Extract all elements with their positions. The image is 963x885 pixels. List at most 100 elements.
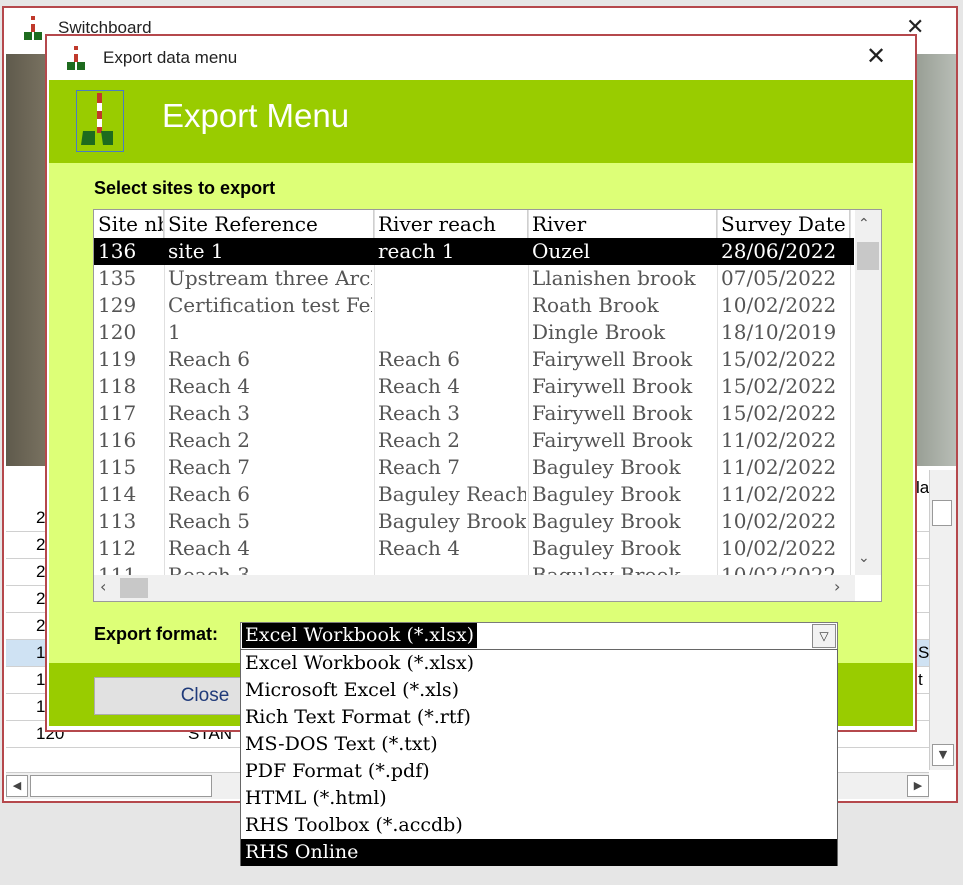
- site-cell: 11/02/2022: [721, 428, 837, 452]
- site-cell: Fairywell Brook: [532, 401, 693, 425]
- site-cell: 15/02/2022: [721, 347, 837, 371]
- site-cell: 135: [98, 266, 137, 290]
- row-text: S: [918, 643, 930, 662]
- chevron-right-icon[interactable]: ›: [834, 577, 840, 596]
- ranging-pole-boots-icon: [81, 93, 113, 145]
- sites-listbox[interactable]: Site nb Site Reference River reach River Sur…: [93, 209, 882, 602]
- column-header[interactable]: Survey Date: [717, 210, 850, 238]
- format-option[interactable]: HTML (*.html): [241, 785, 837, 812]
- site-cell: 118: [98, 374, 137, 398]
- site-cell: Reach 6: [378, 347, 460, 371]
- row-text: t: [918, 670, 923, 689]
- site-cell: 10/02/2022: [721, 536, 837, 560]
- dialog-title: Export data menu: [103, 48, 238, 67]
- column-header[interactable]: River reach: [374, 210, 528, 238]
- format-option[interactable]: MS-DOS Text (*.txt): [241, 731, 837, 758]
- site-cell: Certification test Feb 2: [168, 293, 372, 317]
- scroll-thumb[interactable]: [30, 775, 212, 797]
- site-row[interactable]: 115 Reach 7 Reach 7 Baguley Brook 11/02/2022: [94, 454, 854, 481]
- list-horizontal-scrollbar[interactable]: ‹ ›: [94, 575, 855, 601]
- format-option[interactable]: Microsoft Excel (*.xls): [241, 677, 837, 704]
- site-cell: 114: [98, 482, 137, 506]
- scroll-thumb[interactable]: [120, 578, 148, 598]
- site-cell: Roath Brook: [532, 293, 659, 317]
- site-cell: Reach 2: [168, 428, 250, 452]
- site-cell: 119: [98, 347, 137, 371]
- chevron-up-icon[interactable]: ⌃: [858, 216, 870, 232]
- site-cell: Reach 3: [378, 401, 460, 425]
- site-cell: Reach 4: [168, 374, 250, 398]
- site-row[interactable]: 120 1 Dingle Brook 18/10/2019: [94, 319, 854, 346]
- site-cell: Reach 4: [168, 536, 250, 560]
- site-cell: 11/02/2022: [721, 482, 837, 506]
- site-row[interactable]: 136 site 1 reach 1 Ouzel 28/06/2022: [94, 238, 854, 265]
- column-header[interactable]: Site Reference: [164, 210, 374, 238]
- site-cell: reach 1: [378, 239, 455, 263]
- site-row[interactable]: 135 Upstream three Arche Llanishen brook 07…: [94, 265, 854, 292]
- grid-header-fragment: la: [916, 478, 930, 497]
- format-option[interactable]: Rich Text Format (*.rtf): [241, 704, 837, 731]
- format-option[interactable]: Excel Workbook (*.xlsx): [241, 650, 837, 677]
- app-icon: [24, 16, 42, 40]
- chevron-left-icon[interactable]: ◀: [6, 775, 28, 797]
- site-cell: 15/02/2022: [721, 374, 837, 398]
- site-row[interactable]: 116 Reach 2 Reach 2 Fairywell Brook 11/02/20…: [94, 427, 854, 454]
- site-cell: 116: [98, 428, 137, 452]
- site-cell: 117: [98, 401, 137, 425]
- site-cell: Ouzel: [532, 239, 591, 263]
- site-row[interactable]: 118 Reach 4 Reach 4 Fairywell Brook 15/02/20…: [94, 373, 854, 400]
- site-row[interactable]: 113 Reach 5 Baguley Brook - Baguley Brook 10…: [94, 508, 854, 535]
- export-format-value[interactable]: Excel Workbook (*.xlsx): [242, 623, 478, 648]
- site-cell: 115: [98, 455, 137, 479]
- chevron-down-icon[interactable]: ⌄: [858, 550, 870, 566]
- site-row[interactable]: 119 Reach 6 Reach 6 Fairywell Brook 15/02/20…: [94, 346, 854, 373]
- site-cell: [378, 265, 526, 292]
- header-title: Export Menu: [162, 97, 350, 134]
- site-cell: Llanishen brook: [532, 266, 696, 290]
- site-cell: Dingle Brook: [532, 320, 666, 344]
- site-row[interactable]: 114 Reach 6 Baguley Reach 6Baguley Brook 11…: [94, 481, 854, 508]
- site-row[interactable]: 129 Certification test Feb 2 Roath Brook 10…: [94, 292, 854, 319]
- site-cell: 18/10/2019: [721, 320, 837, 344]
- scroll-thumb[interactable]: [857, 242, 879, 270]
- site-cell: 112: [98, 536, 137, 560]
- chevron-down-icon[interactable]: ▼: [932, 744, 954, 766]
- site-cell: [378, 292, 526, 319]
- site-cell: Reach 6: [168, 482, 250, 506]
- site-cell: Fairywell Brook: [532, 374, 693, 398]
- export-format-label: Export format:: [94, 624, 219, 644]
- site-cell: Reach 2: [378, 428, 460, 452]
- format-option[interactable]: RHS Toolbox (*.accdb): [241, 812, 837, 839]
- chevron-down-icon[interactable]: ▽: [812, 624, 836, 648]
- column-header[interactable]: River: [528, 210, 717, 238]
- site-cell: Upstream three Arche: [168, 266, 372, 290]
- list-vertical-scrollbar[interactable]: ⌃ ⌄: [855, 210, 881, 575]
- chevron-right-icon[interactable]: ▶: [907, 775, 929, 797]
- site-cell: 07/05/2022: [721, 266, 837, 290]
- app-icon: [67, 46, 85, 70]
- site-cell: Reach 6: [168, 347, 250, 371]
- site-row[interactable]: 117 Reach 3 Reach 3 Fairywell Brook 15/02/20…: [94, 400, 854, 427]
- site-cell: 136: [98, 239, 137, 263]
- chevron-left-icon[interactable]: ‹: [100, 577, 106, 596]
- dialog-close-icon[interactable]: ✕: [866, 42, 886, 71]
- site-cell: Baguley Brook: [532, 455, 681, 479]
- column-header[interactable]: Site nb: [94, 210, 164, 238]
- site-cell: 1: [168, 320, 181, 344]
- site-cell: Reach 7: [168, 455, 250, 479]
- format-option[interactable]: RHS Online: [241, 839, 837, 866]
- site-cell: 129: [98, 293, 137, 317]
- site-row[interactable]: 112 Reach 4 Reach 4 Baguley Brook 10/02/2022: [94, 535, 854, 562]
- site-cell: Baguley Brook -: [378, 509, 526, 533]
- site-cell: Baguley Brook: [532, 482, 681, 506]
- site-cell: 120: [98, 320, 137, 344]
- ranging-pole-logo: [76, 90, 124, 152]
- site-cell: Baguley Brook: [532, 536, 681, 560]
- format-option[interactable]: PDF Format (*.pdf): [241, 758, 837, 785]
- scroll-thumb[interactable]: [932, 500, 952, 526]
- switchboard-vertical-scrollbar[interactable]: ▼: [929, 470, 956, 770]
- site-cell: Reach 4: [378, 536, 460, 560]
- site-cell: Fairywell Brook: [532, 347, 693, 371]
- site-cell: 113: [98, 509, 137, 533]
- site-cell: Reach 5: [168, 509, 250, 533]
